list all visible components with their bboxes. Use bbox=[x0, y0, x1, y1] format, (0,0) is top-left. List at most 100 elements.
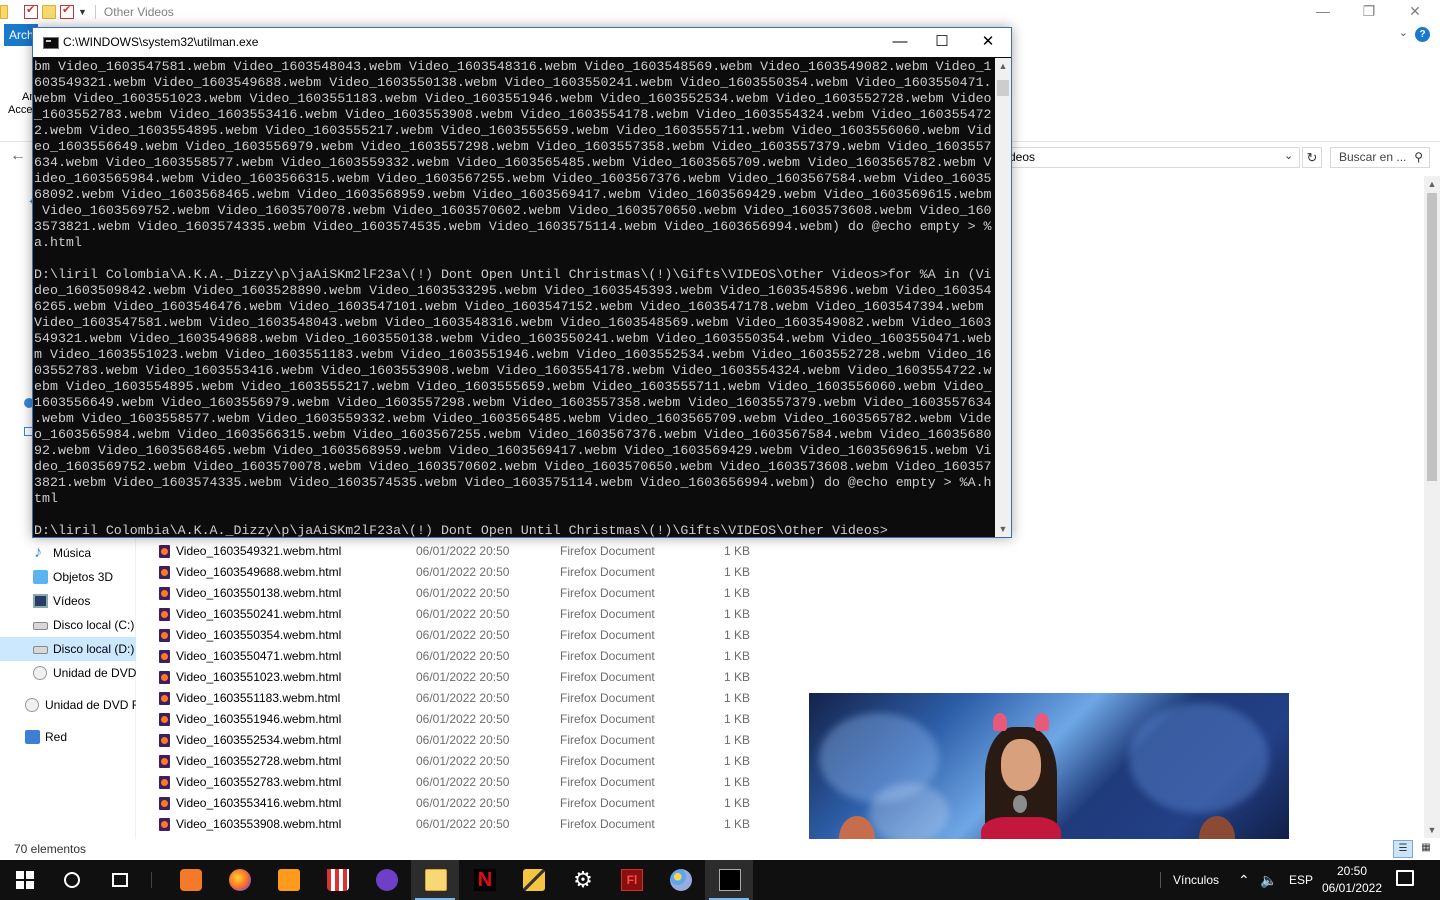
search-input[interactable]: Buscar en ... ⚲ bbox=[1330, 147, 1430, 168]
pencil-app-icon bbox=[523, 869, 545, 891]
taskbar-app[interactable] bbox=[313, 860, 361, 900]
taskbar-app[interactable] bbox=[264, 860, 312, 900]
taskbar-app[interactable] bbox=[215, 860, 263, 900]
explorer-title-bar: ▼ Other Videos — ❐ ✕ bbox=[0, 0, 1440, 24]
file-row[interactable]: Video_1603549688.webm.html 06/01/2022 20:… bbox=[150, 562, 770, 583]
console-scrollbar[interactable]: ▲ ▼ bbox=[995, 58, 1011, 537]
maximize-icon[interactable]: ❐ bbox=[1346, 0, 1392, 24]
console-line: eo_1603556649.webm Video_1603556979.webm… bbox=[34, 139, 992, 154]
console-title-bar[interactable]: C:\WINDOWS\system32\utilman.exe — ☐ ✕ bbox=[33, 28, 1011, 57]
sidebar-item-label: Unidad de DVD R bbox=[45, 698, 136, 712]
refresh-icon[interactable]: ↻ bbox=[1302, 147, 1322, 168]
sidebar-item-videos[interactable]: Vídeos bbox=[0, 589, 136, 613]
file-row[interactable]: Video_1603551023.webm.html 06/01/2022 20:… bbox=[150, 667, 770, 688]
sidebar-item-network[interactable]: Red bbox=[0, 725, 136, 749]
properties-icon[interactable] bbox=[24, 3, 38, 19]
address-bar[interactable]: deos bbox=[1004, 147, 1300, 168]
firefox-document-icon bbox=[159, 671, 170, 684]
maximize-icon[interactable]: ☐ bbox=[919, 28, 965, 57]
chevron-up-icon[interactable]: ⌃ bbox=[1238, 860, 1250, 900]
firefox-document-icon bbox=[159, 566, 170, 579]
sidebar-item-drive-d[interactable]: Disco local (D:) bbox=[0, 637, 136, 661]
file-name: Video_1603549321.webm.html bbox=[176, 544, 342, 558]
taskbar-app[interactable] bbox=[509, 860, 557, 900]
taskbar-app[interactable] bbox=[656, 860, 704, 900]
sidebar-item-3d-objects[interactable]: Objetos 3D bbox=[0, 565, 136, 589]
file-row[interactable]: Video_1603550354.webm.html 06/01/2022 20:… bbox=[150, 625, 770, 646]
scrollbar-thumb[interactable] bbox=[997, 80, 1009, 96]
file-row[interactable]: Video_1603552534.webm.html 06/01/2022 20:… bbox=[150, 730, 770, 751]
file-type: Firefox Document bbox=[560, 775, 655, 789]
console-line: D:\liril Colombia\A.K.A._Dizzy\p\jaAiSKm… bbox=[34, 267, 992, 282]
scrollbar-thumb[interactable] bbox=[1427, 193, 1437, 481]
taskbar-app[interactable]: N bbox=[460, 860, 508, 900]
back-arrow-icon[interactable]: ← bbox=[10, 147, 26, 165]
console-line: m Video_1603551023.webm Video_1603551183… bbox=[34, 347, 992, 362]
file-row[interactable]: Video_1603553908.webm.html 06/01/2022 20:… bbox=[150, 814, 770, 835]
file-row[interactable]: Video_1603553416.webm.html 06/01/2022 20:… bbox=[150, 793, 770, 814]
taskbar-app[interactable]: Fl bbox=[607, 860, 655, 900]
console-line: 3573821.webm Video_1603574335.webm Video… bbox=[34, 219, 992, 234]
clock[interactable]: 20:50 06/01/2022 bbox=[1318, 863, 1386, 897]
new-folder-icon[interactable] bbox=[42, 5, 56, 19]
taskbar-app[interactable] bbox=[411, 860, 459, 900]
minimize-icon[interactable]: — bbox=[1300, 0, 1346, 24]
file-size: 1 KB bbox=[724, 607, 751, 621]
cmd-icon bbox=[43, 37, 59, 49]
drive-icon bbox=[33, 622, 48, 630]
help-icon[interactable]: ? bbox=[1415, 27, 1430, 42]
file-type: Firefox Document bbox=[560, 712, 655, 726]
file-row[interactable]: Video_1603551946.webm.html 06/01/2022 20:… bbox=[150, 709, 770, 730]
minimize-icon[interactable]: — bbox=[877, 28, 923, 57]
taskbar-app[interactable] bbox=[362, 860, 410, 900]
file-row[interactable]: Video_1603551183.webm.html 06/01/2022 20:… bbox=[150, 688, 770, 709]
file-row[interactable]: Video_1603550138.webm.html 06/01/2022 20:… bbox=[150, 583, 770, 604]
links-toolbar[interactable]: Vínculos bbox=[1173, 860, 1219, 900]
search-button[interactable] bbox=[48, 860, 96, 900]
scroll-down-icon[interactable]: ▼ bbox=[1424, 822, 1440, 838]
console-line: 1603556649.webm Video_1603556979.webm Vi… bbox=[34, 395, 992, 410]
scroll-down-icon[interactable]: ▼ bbox=[995, 521, 1011, 537]
scroll-up-icon[interactable]: ▲ bbox=[1424, 176, 1440, 192]
taskbar-app[interactable] bbox=[166, 860, 214, 900]
settings-icon: ⚙ bbox=[573, 867, 593, 892]
file-row[interactable]: Video_1603549321.webm.html 06/01/2022 20:… bbox=[150, 541, 770, 562]
firefox-document-icon bbox=[159, 629, 170, 642]
console-line: 634.webm Video_1603558577.webm Video_160… bbox=[34, 155, 992, 170]
task-view-button[interactable] bbox=[96, 860, 144, 900]
file-row[interactable]: Video_1603552728.webm.html 06/01/2022 20:… bbox=[150, 751, 770, 772]
large-icons-view-icon[interactable]: ▦ bbox=[1416, 840, 1436, 858]
file-name: Video_1603550241.webm.html bbox=[176, 607, 342, 621]
language-indicator[interactable]: ESP bbox=[1289, 860, 1313, 900]
sidebar-item-music[interactable]: ♪ Música bbox=[0, 541, 136, 565]
scroll-up-icon[interactable]: ▲ bbox=[995, 58, 1011, 74]
file-row[interactable]: Video_1603550471.webm.html 06/01/2022 20:… bbox=[150, 646, 770, 667]
qa-dropdown-icon[interactable]: ▼ bbox=[78, 7, 87, 17]
console-output[interactable]: bm Video_1603547581.webm Video_160354804… bbox=[34, 58, 996, 537]
file-type: Firefox Document bbox=[560, 754, 655, 768]
close-icon[interactable]: ✕ bbox=[1392, 0, 1438, 24]
file-size: 1 KB bbox=[724, 586, 751, 600]
sidebar-item-drive-c[interactable]: Disco local (C:) bbox=[0, 613, 136, 637]
volume-icon[interactable]: 🔈 bbox=[1260, 860, 1277, 900]
chevron-down-icon[interactable]: ⌄ bbox=[1284, 149, 1293, 162]
notification-icon[interactable] bbox=[1396, 870, 1414, 886]
chevron-down-icon[interactable]: ⌄ bbox=[1399, 26, 1408, 39]
quick-access-toolbar: ▼ Other Videos bbox=[0, 3, 174, 21]
file-row[interactable]: Video_1603552783.webm.html 06/01/2022 20:… bbox=[150, 772, 770, 793]
close-icon[interactable]: ✕ bbox=[965, 28, 1011, 57]
sidebar-item-dvd[interactable]: Unidad de DVD bbox=[0, 661, 136, 685]
check-icon[interactable] bbox=[60, 3, 74, 19]
file-row[interactable]: Video_1603550241.webm.html 06/01/2022 20:… bbox=[150, 604, 770, 625]
sidebar-item-dvd-r[interactable]: Unidad de DVD R bbox=[0, 693, 136, 717]
console-window[interactable]: C:\WINDOWS\system32\utilman.exe — ☐ ✕ bm… bbox=[32, 27, 1012, 538]
taskbar-app[interactable]: ⚙ bbox=[558, 860, 606, 900]
file-list-scrollbar[interactable]: ▲ ▼ bbox=[1424, 176, 1440, 838]
file-name: Video_1603553908.webm.html bbox=[176, 817, 342, 831]
details-view-icon[interactable]: ☰ bbox=[1393, 840, 1413, 858]
firefox-document-icon bbox=[159, 776, 170, 789]
firefox-document-icon bbox=[159, 545, 170, 558]
taskbar-app[interactable] bbox=[705, 860, 753, 900]
start-button[interactable] bbox=[0, 860, 48, 900]
file-size: 1 KB bbox=[724, 712, 751, 726]
